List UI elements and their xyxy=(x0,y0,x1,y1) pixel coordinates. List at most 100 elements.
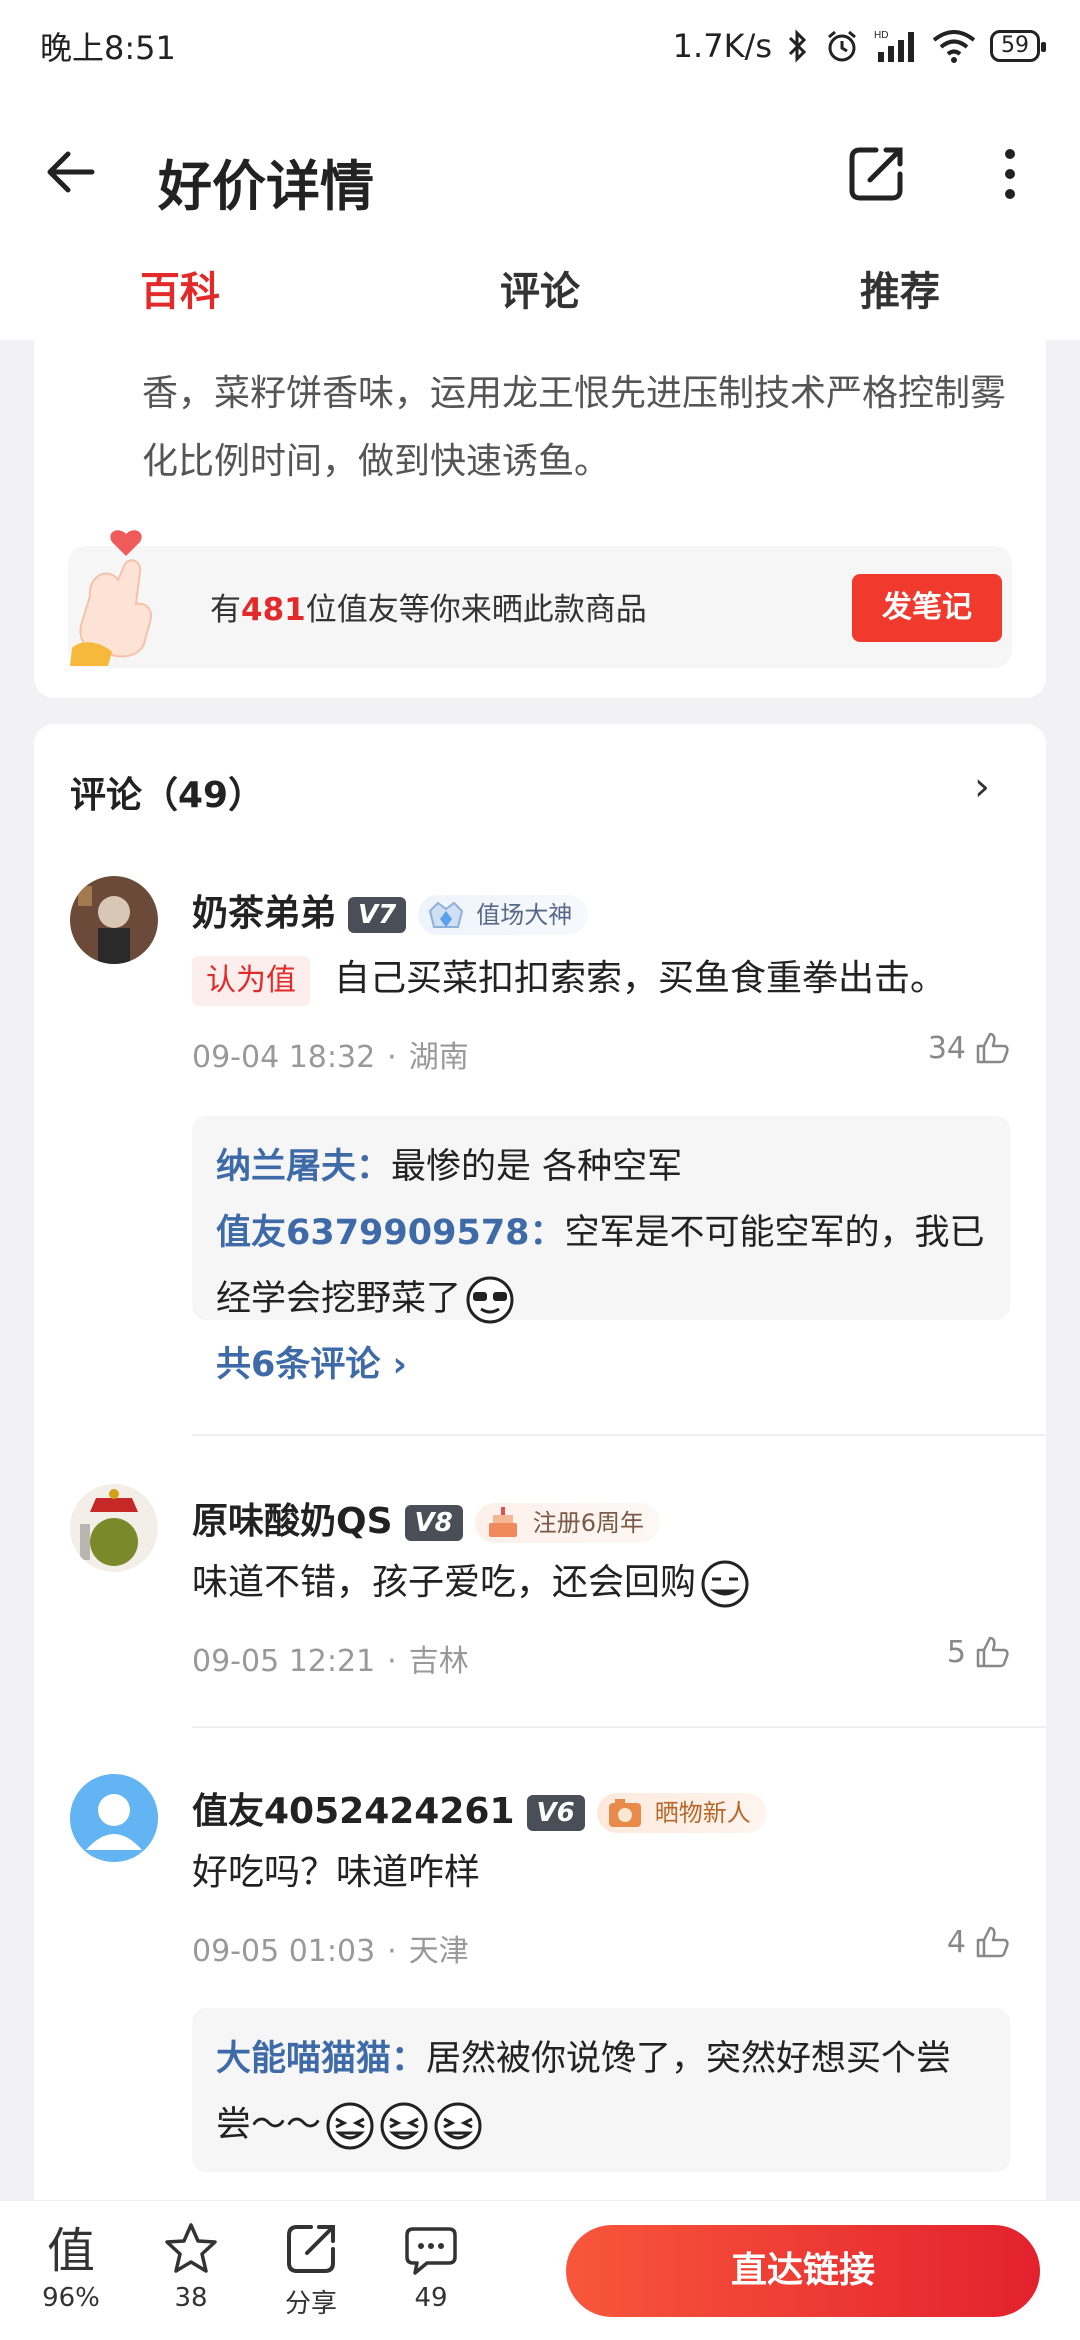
avatar[interactable] xyxy=(70,876,158,964)
reply-item: 纳兰屠夫：最惨的是 各种空军 xyxy=(216,1134,986,1200)
comment-location: 吉林 xyxy=(408,1644,469,1679)
like-button[interactable]: 34 xyxy=(928,1030,1010,1066)
divider xyxy=(192,1434,1046,1436)
level-badge: V6 xyxy=(526,1795,585,1831)
favorite-button[interactable]: 38 xyxy=(146,2219,236,2313)
reply-author[interactable]: 大能喵猫猫： xyxy=(216,2039,426,2079)
star-icon xyxy=(165,2223,217,2273)
comment-meta: 09-05 12:21 · 吉林 xyxy=(192,1644,469,1679)
comment-meta: 09-05 01:03 · 天津 xyxy=(192,1934,469,1969)
status-icons: 1.7K/s HD 59 xyxy=(672,27,1046,65)
arrow-left-icon xyxy=(47,151,95,193)
laugh-emoji-icon xyxy=(380,2102,428,2150)
page-title: 好价详情 xyxy=(158,155,374,218)
tab-baike[interactable]: 百科 xyxy=(30,252,330,340)
comment-username[interactable]: 值友4052424261 V6 晒物新人 xyxy=(192,1782,767,1834)
comment-time: 09-05 01:03 xyxy=(192,1934,376,1969)
comments-card: 评论（49） › 奶茶弟弟 V7 值场大神 认为值 自己买菜扣扣索索，买鱼食重拳出击。… xyxy=(34,724,1046,2220)
comment-body: 自己买菜扣扣索索，买鱼食重拳出击。 xyxy=(334,958,947,999)
comment-body: 味道不错，孩子爱吃，还会回购 xyxy=(192,1562,697,1603)
username-text: 奶茶弟弟 xyxy=(192,893,337,934)
direct-link-button[interactable]: 直达链接 xyxy=(566,2225,1040,2317)
status-time: 晚上8:51 xyxy=(40,29,176,67)
avatar[interactable] xyxy=(70,1774,158,1862)
bluetooth-icon xyxy=(786,28,810,64)
finger-heart-icon xyxy=(68,526,178,666)
default-user-icon xyxy=(70,1774,158,1862)
tab-comments[interactable]: 评论 xyxy=(390,252,690,340)
share-button[interactable]: 分享 xyxy=(266,2219,356,2320)
net-speed: 1.7K/s xyxy=(672,27,772,65)
username-text: 值友4052424261 xyxy=(192,1791,515,1832)
laugh-emoji-icon xyxy=(326,2102,374,2150)
share-suffix: 位值友等你来晒此款商品 xyxy=(305,592,647,628)
comment-text: 味道不错，孩子爱吃，还会回购 xyxy=(192,1550,1012,1616)
comments-heading: 评论（49） xyxy=(70,775,265,816)
comment-text: 认为值 自己买菜扣扣索索，买鱼食重拳出击。 xyxy=(192,946,1012,1012)
section-tabs: 百科 评论 推荐 xyxy=(0,252,1080,340)
worth-percent: 96% xyxy=(42,2283,100,2313)
cake-icon xyxy=(488,1507,517,1537)
medal-text: 注册6周年 xyxy=(532,1509,645,1537)
reply-item: 大能喵猫猫：居然被你说馋了，突然好想买个尝尝～～ xyxy=(216,2026,986,2158)
share-label: 分享 xyxy=(284,2289,337,2319)
bottom-action-bar: 值 96% 38 分享 49 直达链接 xyxy=(0,2200,1080,2340)
medal-badge: 注册6周年 xyxy=(474,1503,661,1543)
svg-text:值: 值 xyxy=(47,2223,95,2279)
like-count: 34 xyxy=(927,1030,966,1066)
laugh-emoji-icon xyxy=(434,2102,482,2150)
write-note-button[interactable]: 发笔记 xyxy=(852,574,1002,642)
like-count: 5 xyxy=(946,1634,966,1670)
more-replies-link[interactable]: 共6条评论 › xyxy=(216,1332,986,1398)
reply-box[interactable]: 大能喵猫猫：居然被你说馋了，突然好想买个尝尝～～ xyxy=(192,2008,1010,2172)
share-count: 481 xyxy=(241,592,306,628)
reply-box[interactable]: 纳兰屠夫：最惨的是 各种空军 值友6379909578：空军是不可能空军的，我已… xyxy=(192,1116,1010,1385)
more-options-button[interactable] xyxy=(990,144,1030,204)
diamond-crown-icon xyxy=(429,901,464,928)
thumbs-up-icon xyxy=(976,1032,1009,1064)
edit-icon xyxy=(849,147,903,201)
worth-button[interactable]: 值 96% xyxy=(26,2219,116,2313)
tab-recommend[interactable]: 推荐 xyxy=(750,252,1050,340)
smirk-emoji-icon xyxy=(701,1560,749,1608)
reply-item: 值友6379909578：空军是不可能空军的，我已经学会挖野菜了 xyxy=(216,1200,986,1332)
status-bar: 晚上8:51 1.7K/s HD 59 xyxy=(0,0,1080,92)
comment-button[interactable]: 49 xyxy=(386,2219,476,2313)
worth-tag: 认为值 xyxy=(192,956,310,1006)
alarm-icon xyxy=(824,28,860,64)
avatar[interactable] xyxy=(70,1484,158,1572)
comment-meta: 09-04 18:32 · 湖南 xyxy=(192,1040,469,1075)
reply-author[interactable]: 纳兰屠夫： xyxy=(216,1147,391,1187)
comment-username[interactable]: 原味酸奶QS V8 注册6周年 xyxy=(192,1492,661,1544)
medal-text: 值场大神 xyxy=(476,901,573,929)
back-button[interactable] xyxy=(40,140,104,204)
medal-badge: 值场大神 xyxy=(418,895,589,935)
thumbs-up-icon xyxy=(976,1926,1009,1958)
comment-count: 49 xyxy=(414,2283,448,2313)
share-prompt-strip: 有481位值友等你来晒此款商品 发笔记 xyxy=(68,530,1012,668)
baike-card: 香，菜籽饼香味，运用龙王恨先进压制技术严格控制雾化比例时间，做到快速诱鱼。 有4… xyxy=(34,340,1046,698)
comment-location: 湖南 xyxy=(408,1040,469,1075)
hd-label: HD xyxy=(874,30,888,41)
level-badge: V8 xyxy=(404,1505,463,1541)
edit-button[interactable] xyxy=(846,144,906,204)
like-button[interactable]: 5 xyxy=(947,1634,1010,1670)
camera-icon xyxy=(608,1799,641,1827)
reply-text: 最惨的是 各种空军 xyxy=(391,1147,683,1187)
wifi-icon xyxy=(932,28,976,64)
like-button[interactable]: 4 xyxy=(947,1924,1010,1960)
more-vertical-icon xyxy=(1005,149,1015,199)
comments-more-chevron-icon[interactable]: › xyxy=(974,764,990,810)
product-intro-text: 香，菜籽饼香味，运用龙王恨先进压制技术严格控制雾化比例时间，做到快速诱鱼。 xyxy=(142,373,1007,482)
level-badge: V7 xyxy=(348,897,407,933)
reply-author[interactable]: 值友6379909578： xyxy=(216,1213,565,1253)
comment-username[interactable]: 奶茶弟弟 V7 值场大神 xyxy=(192,884,589,936)
divider xyxy=(192,1726,1046,1728)
like-count: 4 xyxy=(946,1924,966,1960)
share-prompt-text: 有481位值友等你来晒此款商品 xyxy=(210,584,647,629)
app-header: 好价详情 xyxy=(0,92,1080,252)
comment-time: 09-05 12:21 xyxy=(192,1644,376,1679)
share-icon xyxy=(287,2225,335,2273)
username-text: 原味酸奶QS xyxy=(192,1501,393,1542)
comment-bubble-icon xyxy=(405,2227,457,2275)
